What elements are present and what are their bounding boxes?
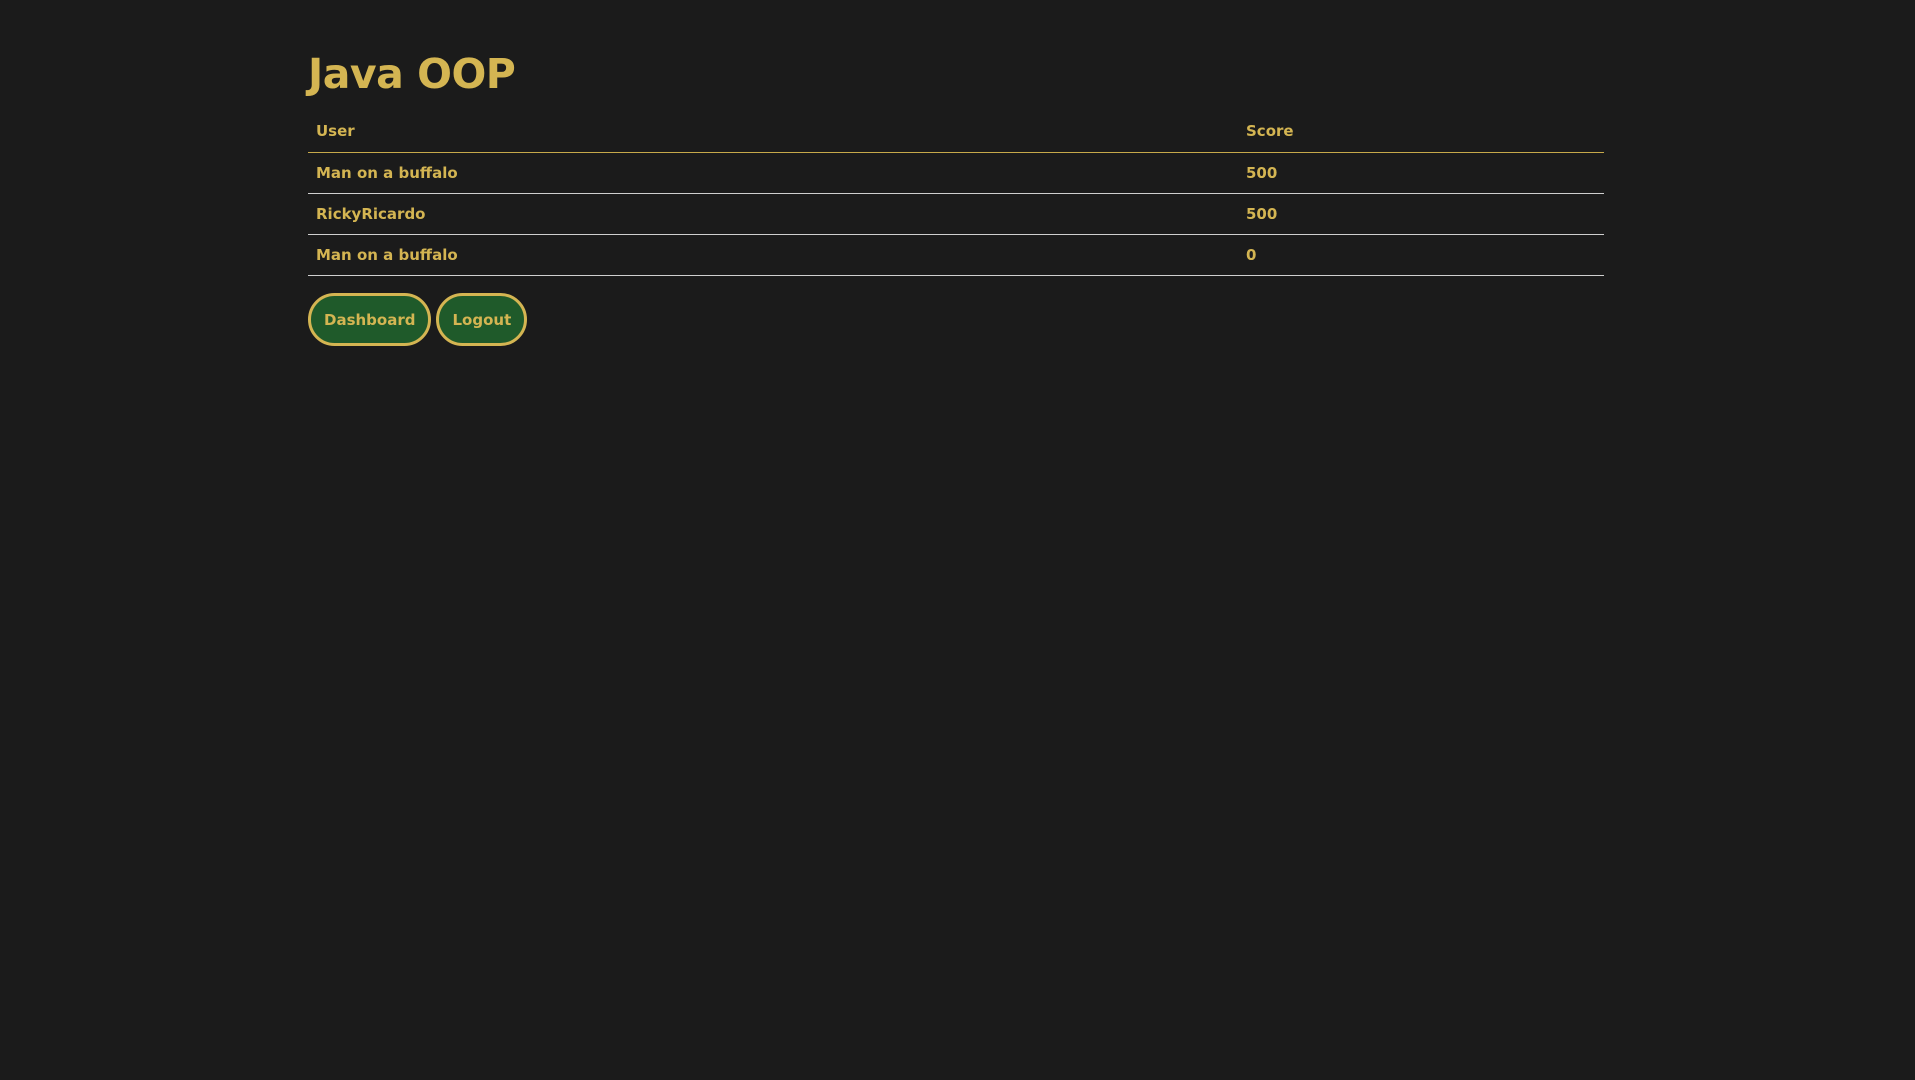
- table-row: Man on a buffalo 500: [308, 152, 1604, 194]
- score-cell: 500: [1238, 152, 1604, 194]
- page-title: Java OOP: [308, 50, 516, 98]
- user-cell: Man on a buffalo: [308, 152, 1238, 194]
- logout-button[interactable]: Logout: [436, 293, 528, 346]
- column-header-score[interactable]: Score: [1238, 110, 1604, 153]
- table-row: RickyRicardo 500: [308, 193, 1604, 235]
- score-cell: 500: [1238, 193, 1604, 235]
- action-buttons: Dashboard Logout: [308, 293, 1604, 346]
- main-container: Java OOP User Score Man on a buffalo 500…: [308, 0, 1604, 346]
- user-cell: Man on a buffalo: [308, 234, 1238, 276]
- scores-table: User Score Man on a buffalo 500 RickyRic…: [308, 110, 1604, 276]
- column-header-user[interactable]: User: [308, 110, 1238, 153]
- user-cell: RickyRicardo: [308, 193, 1238, 235]
- table-row: Man on a buffalo 0: [308, 234, 1604, 276]
- score-cell: 0: [1238, 234, 1604, 276]
- dashboard-button[interactable]: Dashboard: [308, 293, 432, 346]
- table-header-row: User Score: [308, 110, 1604, 153]
